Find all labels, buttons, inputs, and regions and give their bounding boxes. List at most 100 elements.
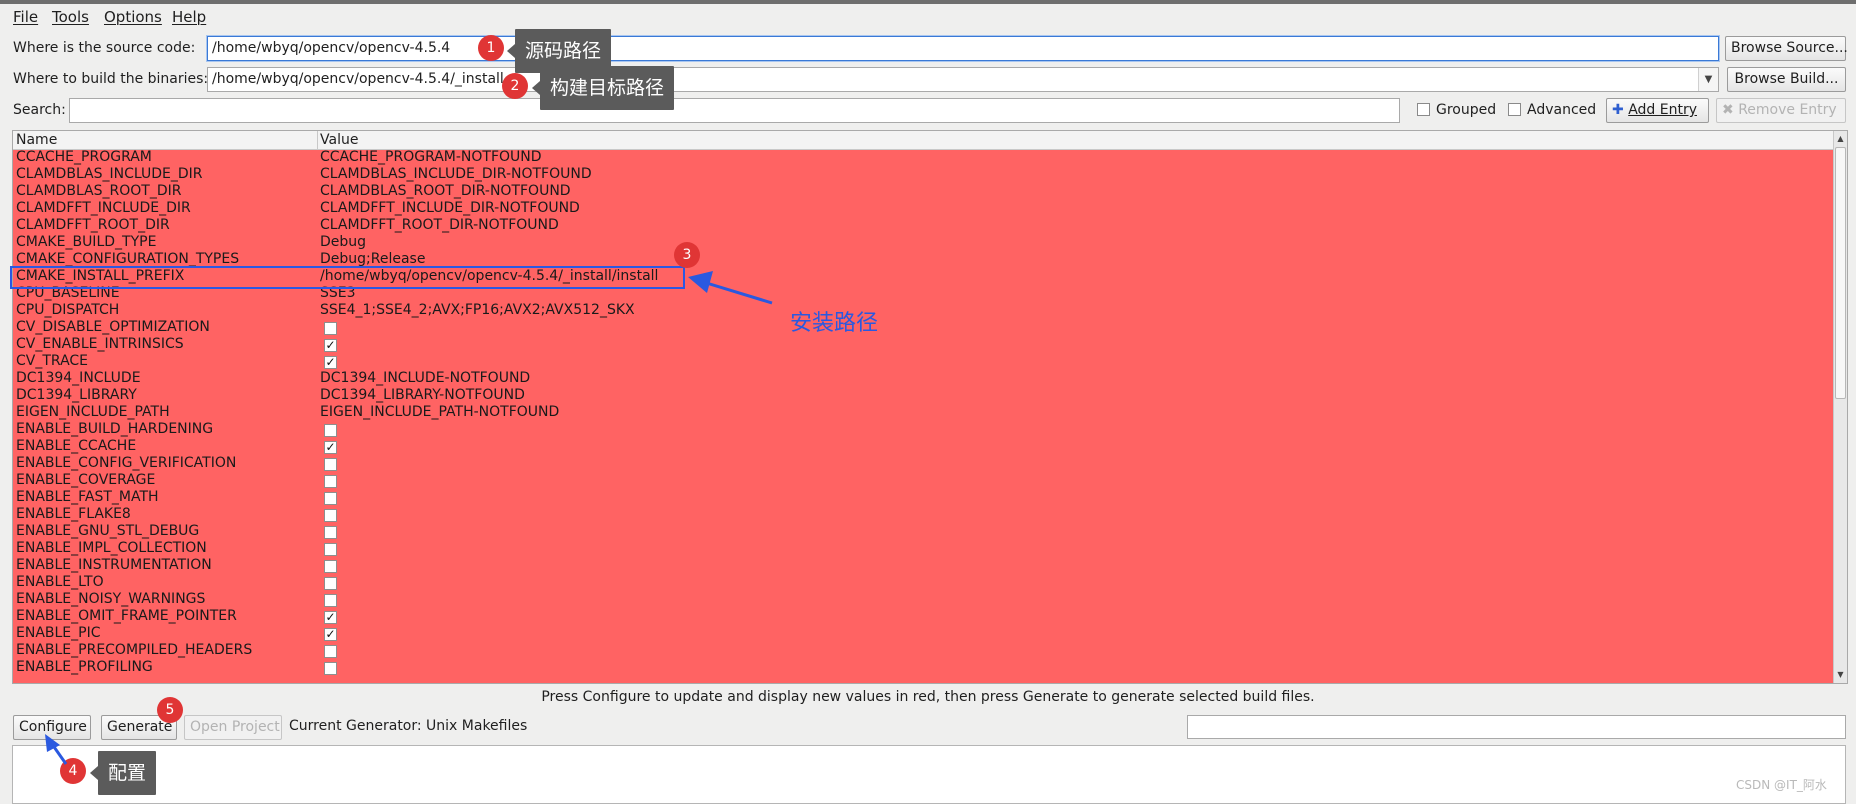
search-input[interactable] bbox=[69, 98, 1400, 123]
row-checkbox[interactable] bbox=[324, 543, 337, 556]
remove-icon: ✖ bbox=[1722, 102, 1734, 118]
remove-entry-button[interactable]: ✖ Remove Entry bbox=[1716, 98, 1846, 123]
row-checkbox[interactable] bbox=[324, 560, 337, 573]
row-checkbox[interactable]: ✓ bbox=[324, 356, 337, 369]
row-name: EIGEN_INCLUDE_PATH bbox=[16, 404, 170, 420]
table-row[interactable]: ENABLE_OMIT_FRAME_POINTER ✓ bbox=[13, 608, 1835, 626]
browse-build-button[interactable]: Browse Build... bbox=[1727, 67, 1846, 92]
row-name: CCACHE_PROGRAM bbox=[16, 149, 152, 165]
table-row[interactable]: ENABLE_GNU_STL_DEBUG bbox=[13, 523, 1835, 541]
row-value[interactable]: CLAMDBLAS_ROOT_DIR-NOTFOUND bbox=[320, 183, 571, 200]
row-checkbox[interactable] bbox=[324, 322, 337, 335]
plus-icon: ✚ bbox=[1612, 102, 1624, 118]
row-name: ENABLE_BUILD_HARDENING bbox=[16, 421, 214, 437]
scroll-up-icon[interactable]: ▲ bbox=[1834, 132, 1847, 146]
table-scrollbar[interactable]: ▲ ▼ bbox=[1833, 131, 1847, 683]
scrollbar-thumb[interactable] bbox=[1835, 147, 1846, 399]
table-row[interactable]: CMAKE_BUILD_TYPE Debug bbox=[13, 234, 1835, 252]
row-checkbox[interactable] bbox=[324, 492, 337, 505]
table-row[interactable]: CPU_DISPATCH SSE4_1;SSE4_2;AVX;FP16;AVX2;… bbox=[13, 302, 1835, 320]
row-name: CV_ENABLE_INTRINSICS bbox=[16, 336, 184, 352]
table-row[interactable]: ENABLE_IMPL_COLLECTION bbox=[13, 540, 1835, 558]
annotation-badge-5: 5 bbox=[157, 697, 183, 723]
row-checkbox[interactable] bbox=[324, 526, 337, 539]
table-row[interactable]: DC1394_INCLUDE DC1394_INCLUDE-NOTFOUND bbox=[13, 370, 1835, 388]
row-checkbox[interactable]: ✓ bbox=[324, 339, 337, 352]
row-checkbox[interactable]: ✓ bbox=[324, 611, 337, 624]
row-value[interactable]: SSE4_1;SSE4_2;AVX;FP16;AVX2;AVX512_SKX bbox=[320, 302, 635, 319]
table-row[interactable]: ENABLE_FLAKE8 bbox=[13, 506, 1835, 524]
table-row[interactable]: ENABLE_PIC ✓ bbox=[13, 625, 1835, 643]
row-checkbox[interactable]: ✓ bbox=[324, 628, 337, 641]
table-row[interactable]: EIGEN_INCLUDE_PATH EIGEN_INCLUDE_PATH-NOT… bbox=[13, 404, 1835, 422]
table-row[interactable]: CV_ENABLE_INTRINSICS ✓ bbox=[13, 336, 1835, 354]
table-row[interactable]: CLAMDFFT_INCLUDE_DIR CLAMDFFT_INCLUDE_DIR… bbox=[13, 200, 1835, 218]
table-row[interactable]: ENABLE_BUILD_HARDENING bbox=[13, 421, 1835, 439]
row-value[interactable]: DC1394_LIBRARY-NOTFOUND bbox=[320, 387, 525, 404]
scroll-down-icon[interactable]: ▼ bbox=[1834, 668, 1847, 682]
table-row[interactable]: ENABLE_COVERAGE bbox=[13, 472, 1835, 490]
menu-file[interactable]: File bbox=[13, 8, 38, 26]
add-entry-button[interactable]: ✚ Add Entry bbox=[1606, 98, 1709, 123]
table-row[interactable]: CLAMDBLAS_ROOT_DIR CLAMDBLAS_ROOT_DIR-NOT… bbox=[13, 183, 1835, 201]
build-label: Where to build the binaries: bbox=[13, 71, 209, 87]
row-value[interactable]: EIGEN_INCLUDE_PATH-NOTFOUND bbox=[320, 404, 559, 421]
generate-label: Generate bbox=[107, 719, 173, 735]
source-path-input[interactable]: /home/wbyq/opencv/opencv-4.5.4 bbox=[207, 36, 1719, 61]
row-value[interactable]: DC1394_INCLUDE-NOTFOUND bbox=[320, 370, 530, 387]
annotation-badge-2: 2 bbox=[502, 73, 528, 99]
table-row[interactable]: CCACHE_PROGRAM CCACHE_PROGRAM-NOTFOUND bbox=[13, 149, 1835, 167]
row-value[interactable]: CLAMDFFT_INCLUDE_DIR-NOTFOUND bbox=[320, 200, 580, 217]
row-checkbox[interactable] bbox=[324, 475, 337, 488]
header-name[interactable]: Name bbox=[16, 132, 57, 148]
table-row[interactable]: ENABLE_PROFILING bbox=[13, 659, 1835, 677]
table-row[interactable]: CV_DISABLE_OPTIMIZATION bbox=[13, 319, 1835, 337]
cache-table[interactable]: Name Value CCACHE_PROGRAM CCACHE_PROGRAM-… bbox=[12, 130, 1848, 684]
row-name: DC1394_INCLUDE bbox=[16, 370, 141, 386]
row-name: ENABLE_LTO bbox=[16, 574, 104, 590]
table-row[interactable]: ENABLE_CONFIG_VERIFICATION bbox=[13, 455, 1835, 473]
open-project-button[interactable]: Open Project bbox=[184, 715, 282, 740]
table-row[interactable]: ENABLE_CCACHE ✓ bbox=[13, 438, 1835, 456]
chevron-down-icon[interactable]: ▼ bbox=[1698, 68, 1718, 91]
browse-source-button[interactable]: Browse Source... bbox=[1725, 36, 1848, 61]
row-value[interactable]: Debug bbox=[320, 234, 366, 251]
advanced-checkbox[interactable]: Advanced bbox=[1508, 102, 1596, 118]
table-row[interactable]: CV_TRACE ✓ bbox=[13, 353, 1835, 371]
row-checkbox[interactable] bbox=[324, 577, 337, 590]
table-row[interactable]: CLAMDBLAS_INCLUDE_DIR CLAMDBLAS_INCLUDE_D… bbox=[13, 166, 1835, 184]
row-checkbox[interactable] bbox=[324, 424, 337, 437]
row-value[interactable]: CLAMDFFT_ROOT_DIR-NOTFOUND bbox=[320, 217, 559, 234]
row-checkbox[interactable] bbox=[324, 458, 337, 471]
table-row[interactable]: ENABLE_NOISY_WARNINGS bbox=[13, 591, 1835, 609]
table-row[interactable]: ENABLE_FAST_MATH bbox=[13, 489, 1835, 507]
checkbox-box[interactable] bbox=[1417, 103, 1430, 116]
row-name: ENABLE_COVERAGE bbox=[16, 472, 156, 488]
row-value[interactable]: CCACHE_PROGRAM-NOTFOUND bbox=[320, 149, 542, 166]
row-name: CLAMDFFT_INCLUDE_DIR bbox=[16, 200, 191, 216]
table-row[interactable]: ENABLE_INSTRUMENTATION bbox=[13, 557, 1835, 575]
configure-button[interactable]: Configure bbox=[13, 715, 91, 740]
table-row[interactable]: CLAMDFFT_ROOT_DIR CLAMDFFT_ROOT_DIR-NOTFO… bbox=[13, 217, 1835, 235]
checkbox-box[interactable] bbox=[1508, 103, 1521, 116]
table-row[interactable]: ENABLE_LTO bbox=[13, 574, 1835, 592]
menu-tools[interactable]: Tools bbox=[52, 8, 89, 26]
build-path-combo[interactable]: /home/wbyq/opencv/opencv-4.5.4/_install … bbox=[207, 67, 1719, 92]
row-checkbox[interactable]: ✓ bbox=[324, 441, 337, 454]
header-value[interactable]: Value bbox=[320, 132, 358, 148]
row-checkbox[interactable] bbox=[324, 662, 337, 675]
grouped-checkbox[interactable]: Grouped bbox=[1417, 102, 1496, 118]
menu-options[interactable]: Options bbox=[104, 8, 162, 26]
row-name: ENABLE_NOISY_WARNINGS bbox=[16, 591, 206, 607]
annotation-badge-1: 1 bbox=[478, 35, 504, 61]
menu-help[interactable]: Help bbox=[172, 8, 206, 26]
row-name: CV_TRACE bbox=[16, 353, 89, 369]
row-checkbox[interactable] bbox=[324, 594, 337, 607]
row-checkbox[interactable] bbox=[324, 509, 337, 522]
table-row[interactable]: DC1394_LIBRARY DC1394_LIBRARY-NOTFOUND bbox=[13, 387, 1835, 405]
row-name: ENABLE_OMIT_FRAME_POINTER bbox=[16, 608, 237, 624]
table-row[interactable]: ENABLE_PRECOMPILED_HEADERS bbox=[13, 642, 1835, 660]
output-log[interactable] bbox=[12, 745, 1846, 804]
row-checkbox[interactable] bbox=[324, 645, 337, 658]
row-value[interactable]: CLAMDBLAS_INCLUDE_DIR-NOTFOUND bbox=[320, 166, 592, 183]
